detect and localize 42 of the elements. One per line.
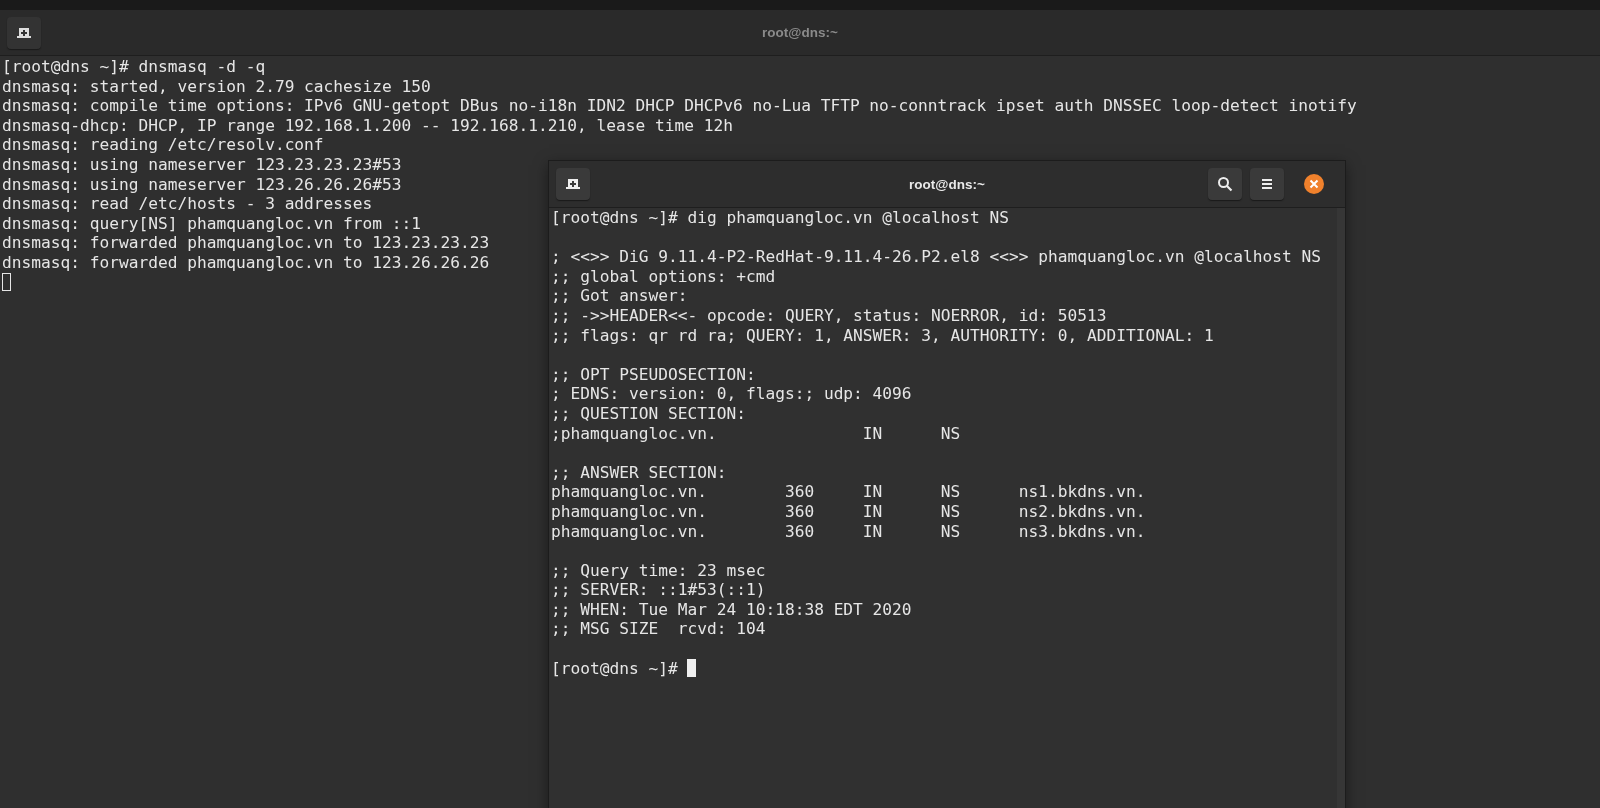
terminal-line: dnsmasq: using nameserver 123.23.23.23#53 [2, 154, 402, 175]
terminal-line: dnsmasq: reading /etc/resolv.conf [2, 135, 324, 155]
terminal-prompt: [root@dns ~]# [551, 658, 679, 679]
new-tab-button[interactable] [556, 168, 590, 200]
terminal-line: ;; ANSWER SECTION: [551, 462, 727, 483]
terminal-line: phamquangloc.vn. 360 IN NS ns1.bkdns.vn. [551, 482, 1146, 502]
terminal-line: dnsmasq: read /etc/hosts - 3 addresses [2, 194, 373, 214]
close-icon [1304, 174, 1324, 194]
terminal-line: ;; ->>HEADER<<- opcode: QUERY, status: NOERROR, id: 50513 [551, 305, 1107, 326]
terminal-line: phamquangloc.vn. 360 IN NS ns3.bkdns.vn. [551, 521, 1146, 542]
window-title: root@dns:~ [762, 25, 838, 40]
terminal-line: ; <<>> DiG 9.11.4-P2-RedHat-9.11.4-26.P2.el8 <<>> phamquangloc.vn @localhost NS [551, 247, 1321, 267]
terminal-line: ;; OPT PSEUDOSECTION: [551, 364, 756, 385]
terminal-line: ;; global options: +cmd [551, 266, 776, 287]
window-title: root@dns:~ [909, 176, 985, 192]
terminal-line: dnsmasq: compile time options: IPv6 GNU-getopt DBus no-i18n IDN2 DHCP DHCPv6 no-Lua TFTP no-conntrack ipset auth DNSSEC loop-detect inotify [2, 96, 1357, 116]
terminal-line: ;; Query time: 23 msec [551, 560, 766, 581]
terminal-line: [root@dns ~]# dig phamquangloc.vn @localhost NS [551, 208, 1010, 228]
terminal-line: dnsmasq: forwarded phamquangloc.vn to 123.26.26.26 [2, 252, 490, 273]
terminal-line: dnsmasq: started, version 2.79 cachesize 150 [2, 76, 431, 97]
terminal-line: ;; QUESTION SECTION: [551, 403, 746, 424]
new-tab-icon [565, 176, 581, 192]
scrollbar[interactable] [1337, 208, 1345, 808]
terminal-line: ; EDNS: version: 0, flags:; udp: 4096 [551, 384, 912, 404]
menu-button[interactable] [1250, 168, 1284, 200]
terminal-line: phamquangloc.vn. 360 IN NS ns2.bkdns.vn. [551, 501, 1146, 522]
terminal-line: ;; flags: qr rd ra; QUERY: 1, ANSWER: 3, AUTHORITY: 0, ADDITIONAL: 1 [551, 325, 1214, 346]
search-icon [1217, 176, 1233, 192]
terminal-line: ;phamquangloc.vn. IN NS [551, 423, 961, 444]
terminal-line: dnsmasq: forwarded phamquangloc.vn to 123.23.23.23 [2, 233, 490, 253]
search-button[interactable] [1208, 168, 1242, 200]
terminal-line: dnsmasq: query[NS] phamquangloc.vn from ::1 [2, 213, 422, 234]
terminal-line: [root@dns ~]# dnsmasq -d -q [2, 57, 266, 77]
terminal-line: ;; WHEN: Tue Mar 24 10:18:38 EDT 2020 [551, 599, 912, 620]
terminal-line: dnsmasq-dhcp: DHCP, IP range 192.168.1.200 -- 192.168.1.210, lease time 12h [2, 115, 733, 136]
new-tab-button[interactable] [7, 16, 41, 49]
terminal-line: ;; SERVER: ::1#53(::1) [551, 580, 766, 600]
close-button[interactable] [1304, 174, 1324, 194]
menu-icon [1259, 176, 1275, 192]
terminal-line: ;; MSG SIZE rcvd: 104 [551, 619, 766, 640]
terminal-line: dnsmasq: using nameserver 123.26.26.26#53 [2, 174, 402, 195]
terminal-line: ;; Got answer: [551, 286, 688, 306]
